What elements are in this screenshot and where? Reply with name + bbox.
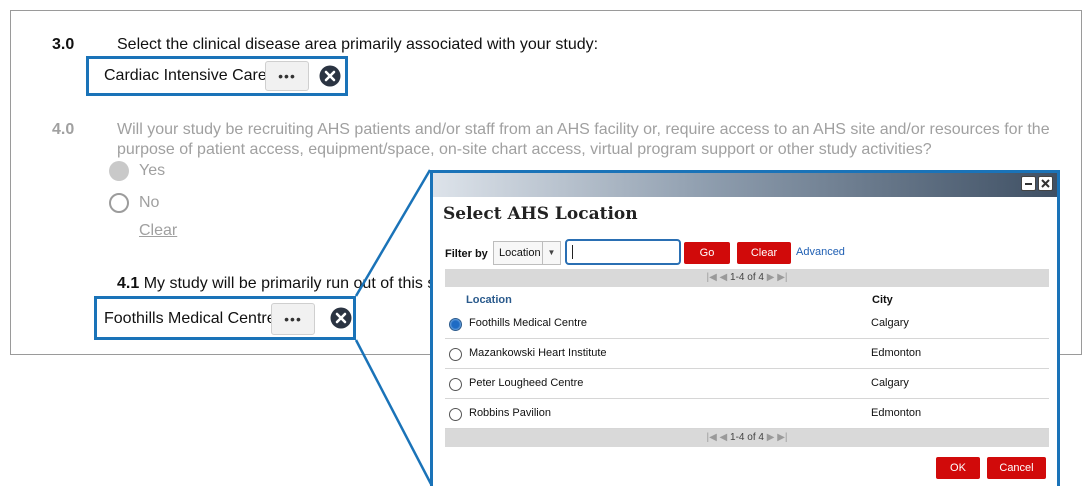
- table-row[interactable]: Robbins Pavilion Edmonton: [445, 399, 1049, 429]
- browse-site-button[interactable]: •••: [271, 303, 315, 335]
- go-button[interactable]: Go: [684, 242, 730, 264]
- select-location-dialog: Select AHS Location Filter by Location ▼…: [430, 170, 1060, 486]
- location-cell: Mazankowski Heart Institute: [469, 347, 607, 359]
- filter-field-select[interactable]: Location ▼: [493, 241, 561, 265]
- primary-site-value: Foothills Medical Centre: [104, 310, 276, 327]
- disease-area-field: Cardiac Intensive Care •••: [86, 56, 348, 96]
- browse-disease-area-button[interactable]: •••: [265, 61, 309, 91]
- radio-no[interactable]: [109, 193, 129, 213]
- question-4-1-label: My study will be primarily run out of th…: [139, 275, 457, 292]
- text-cursor: [572, 245, 573, 259]
- location-cell: Peter Lougheed Centre: [469, 377, 584, 389]
- city-cell: Edmonton: [871, 347, 922, 359]
- dialog-titlebar[interactable]: [433, 173, 1057, 197]
- radio-no-label: No: [139, 194, 160, 211]
- question-4-text-line2: purpose of patient access, equipment/spa…: [117, 141, 932, 158]
- city-cell: Edmonton: [871, 407, 922, 419]
- location-cell: Robbins Pavilion: [469, 407, 551, 419]
- next-page-icon[interactable]: ▶: [767, 432, 775, 443]
- last-page-icon[interactable]: ▶|: [777, 432, 787, 443]
- question-4-text-line1: Will your study be recruiting AHS patien…: [117, 121, 1050, 138]
- cancel-button[interactable]: Cancel: [987, 457, 1046, 479]
- first-page-icon[interactable]: |◀: [706, 272, 716, 283]
- column-header-location[interactable]: Location: [466, 294, 512, 306]
- clear-disease-area-icon[interactable]: [319, 65, 341, 87]
- column-header-city[interactable]: City: [872, 294, 893, 306]
- filter-field-value: Location: [499, 247, 541, 259]
- next-page-icon[interactable]: ▶: [767, 272, 775, 283]
- clear-selection-link[interactable]: Clear: [139, 222, 177, 240]
- radio-yes[interactable]: [109, 161, 129, 181]
- dialog-title: Select AHS Location: [443, 204, 638, 224]
- pager-count-bottom: 1-4 of 4: [730, 432, 764, 443]
- question-4-1-number: 4.1: [117, 275, 140, 292]
- pager-bottom: |◀ ◀ 1-4 of 4 ▶ ▶|: [445, 429, 1049, 447]
- first-page-icon[interactable]: |◀: [706, 432, 716, 443]
- close-icon[interactable]: [1038, 176, 1053, 191]
- question-4-number: 4.0: [52, 121, 75, 138]
- question-3-text: Select the clinical disease area primari…: [117, 36, 599, 53]
- table-row[interactable]: Mazankowski Heart Institute Edmonton: [445, 339, 1049, 369]
- row-radio-selected[interactable]: [449, 318, 462, 331]
- row-radio[interactable]: [449, 408, 462, 421]
- city-cell: Calgary: [871, 377, 909, 389]
- pager-count-top: 1-4 of 4: [730, 272, 764, 283]
- question-3-number: 3.0: [52, 36, 75, 53]
- clear-site-icon[interactable]: [330, 307, 352, 329]
- disease-area-value: Cardiac Intensive Care: [104, 67, 267, 84]
- chevron-down-icon: ▼: [542, 242, 560, 264]
- filter-by-label: Filter by: [445, 248, 488, 260]
- clear-filter-button[interactable]: Clear: [737, 242, 791, 264]
- advanced-search-link[interactable]: Advanced: [796, 246, 845, 258]
- radio-yes-label: Yes: [139, 162, 166, 179]
- location-cell: Foothills Medical Centre: [469, 317, 587, 329]
- city-cell: Calgary: [871, 317, 909, 329]
- prev-page-icon[interactable]: ◀: [720, 272, 728, 283]
- ok-button[interactable]: OK: [936, 457, 980, 479]
- filter-search-input[interactable]: [565, 239, 681, 265]
- last-page-icon[interactable]: ▶|: [777, 272, 787, 283]
- row-radio[interactable]: [449, 378, 462, 391]
- minimize-icon[interactable]: [1021, 176, 1036, 191]
- prev-page-icon[interactable]: ◀: [720, 432, 728, 443]
- question-4-1-text: 4.1 My study will be primarily run out o…: [117, 273, 457, 294]
- table-row[interactable]: Peter Lougheed Centre Calgary: [445, 369, 1049, 399]
- primary-site-field: Foothills Medical Centre •••: [94, 296, 356, 340]
- table-row[interactable]: Foothills Medical Centre Calgary: [445, 309, 1049, 339]
- row-radio[interactable]: [449, 348, 462, 361]
- pager-top: |◀ ◀ 1-4 of 4 ▶ ▶|: [445, 269, 1049, 287]
